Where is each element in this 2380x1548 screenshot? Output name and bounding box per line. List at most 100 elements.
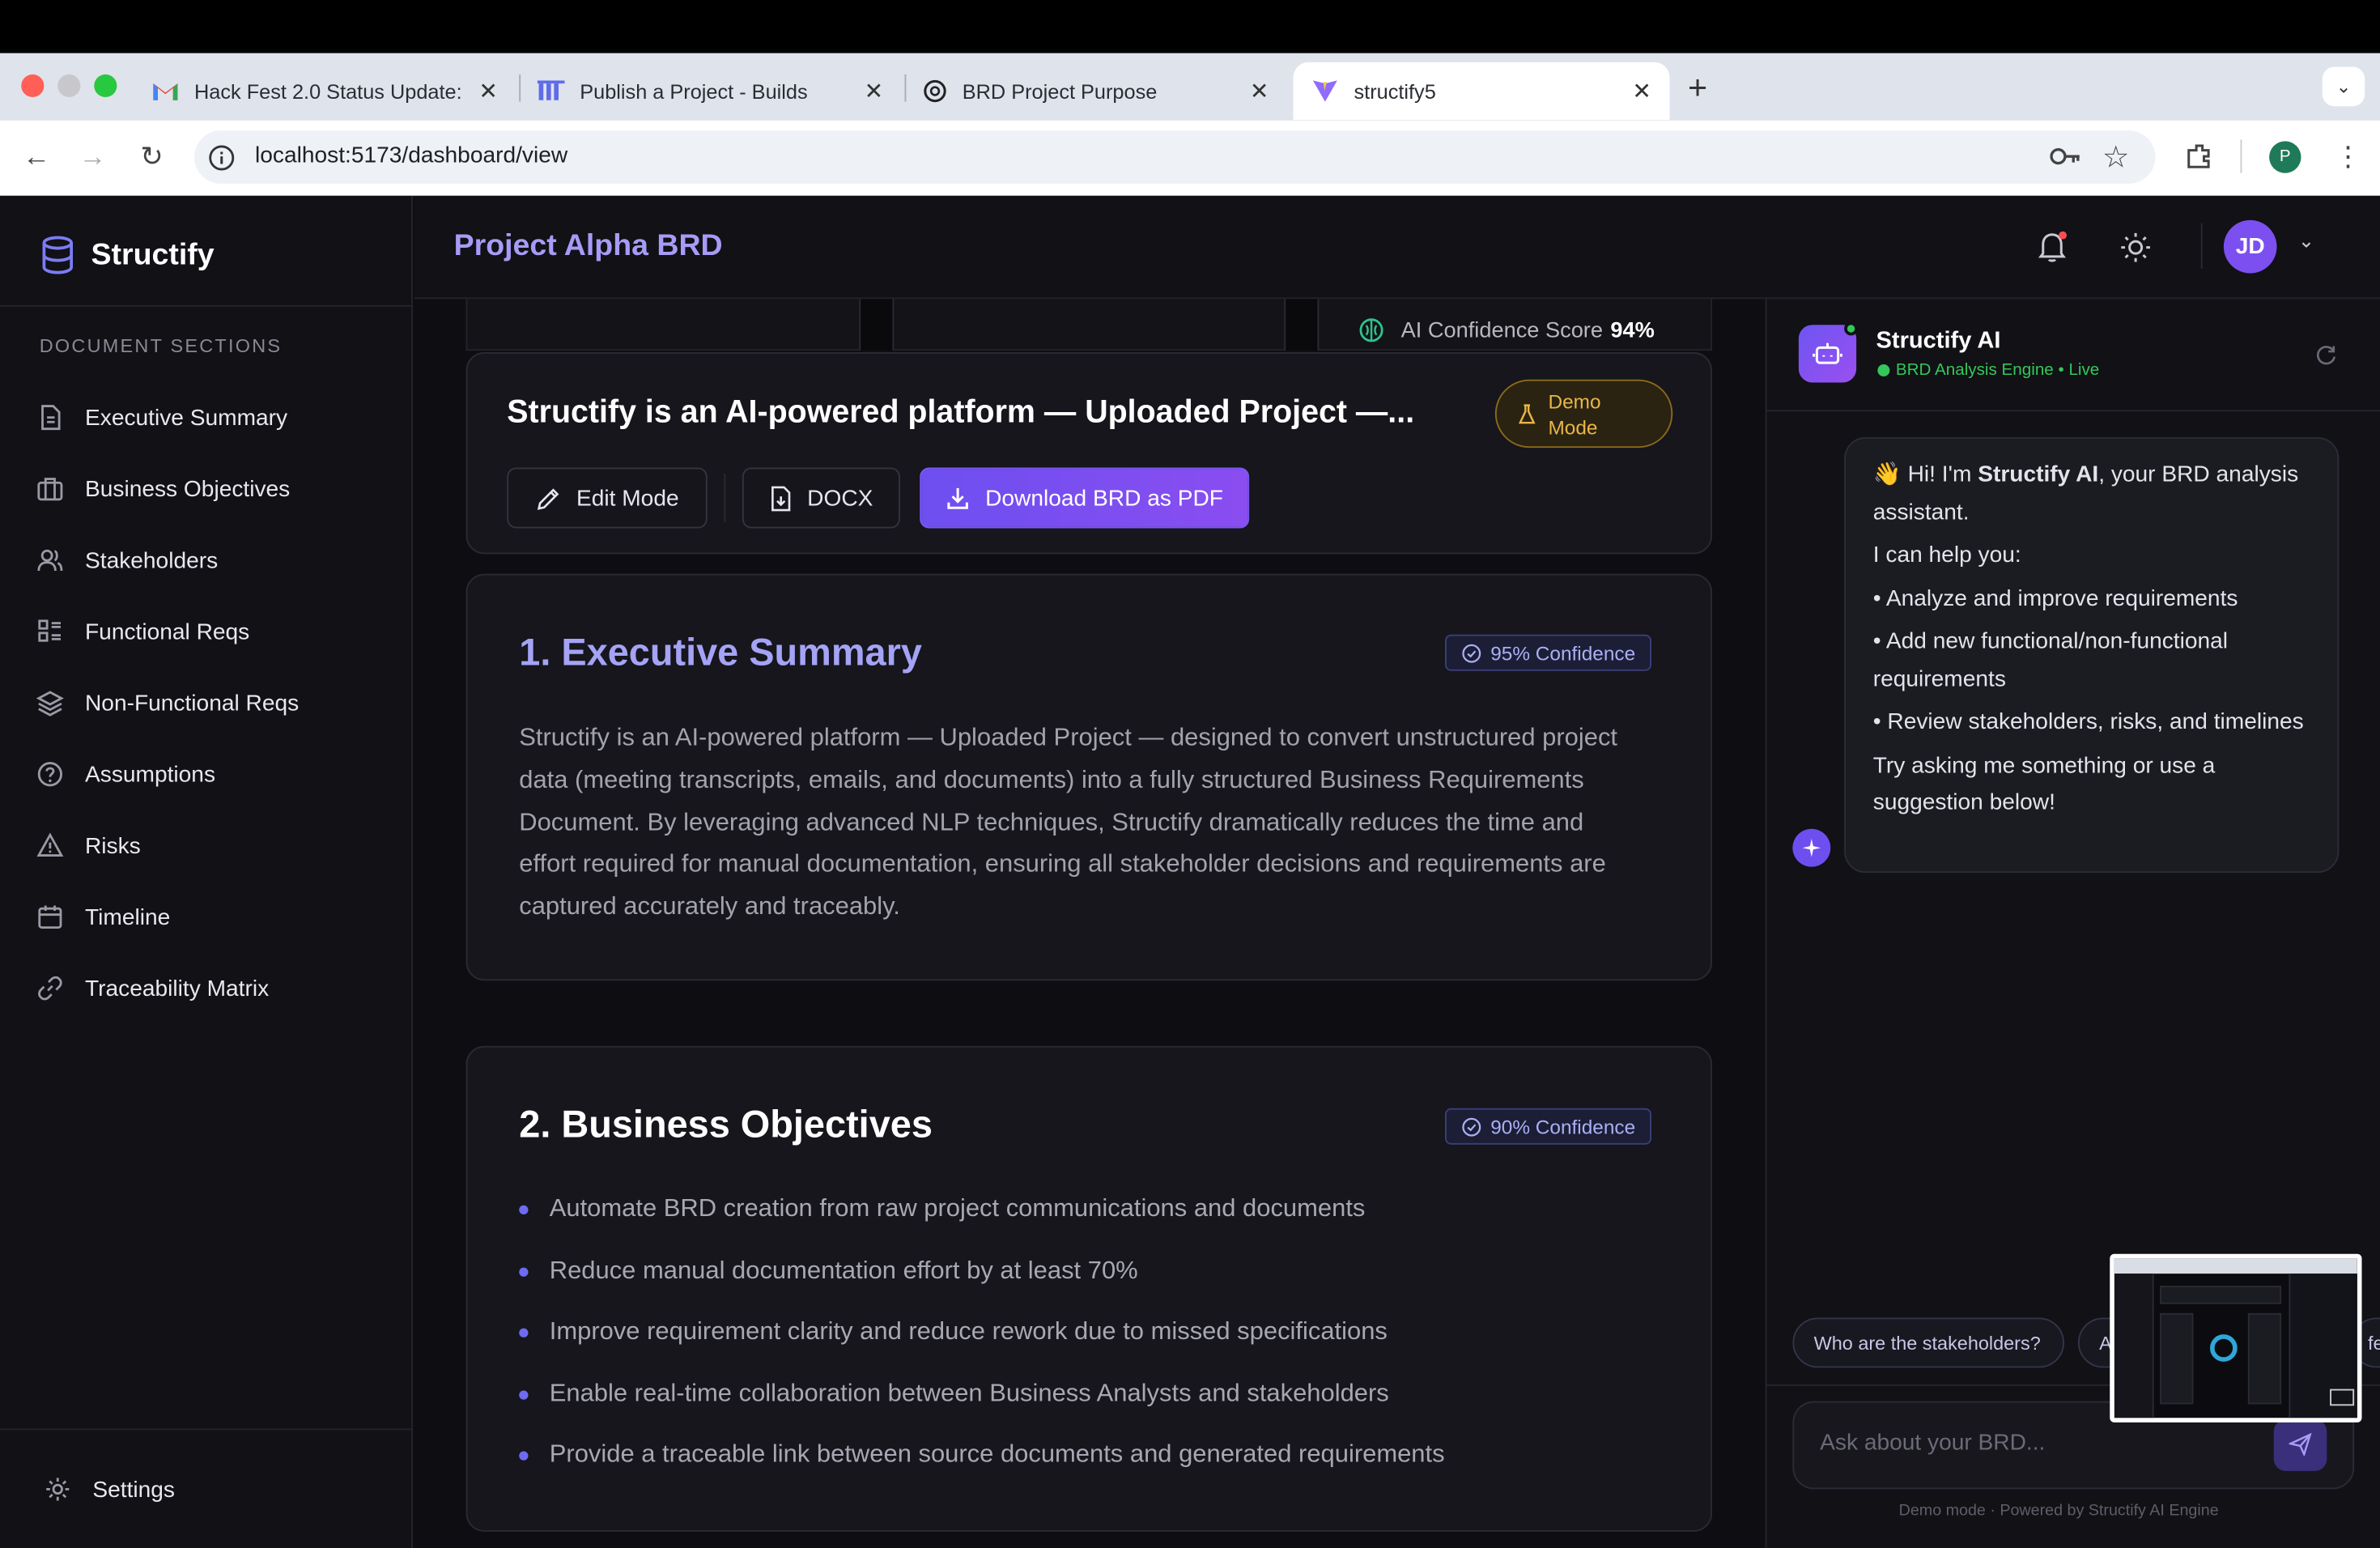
screenshot-preview-thumbnail[interactable] [2110,1253,2362,1423]
profile-avatar[interactable]: P [2269,141,2301,173]
bullet-dot [519,1450,529,1460]
thumbnail-card [2160,1312,2194,1405]
bell-icon[interactable] [2034,228,2071,264]
thumbnail-chrome [2114,1258,2357,1274]
chat-bot-name: Structify AI [1876,328,2001,354]
sidebar-item-traceability-matrix[interactable]: Traceability Matrix [36,970,269,1006]
list-item: Enable real-time collaboration between B… [519,1380,1389,1409]
close-tab-icon[interactable]: ✕ [478,78,498,105]
thumbnail-window-icon [2330,1389,2355,1406]
back-icon[interactable]: ← [19,138,53,175]
sun-theme-icon[interactable] [2118,229,2154,266]
bullet-dot [519,1389,529,1399]
gear-icon [46,1478,70,1501]
download-pdf-button[interactable]: Download BRD as PDF [920,467,1250,529]
url-text[interactable]: localhost:5173/dashboard/view [255,142,567,168]
sidebar-item-non-functional-reqs[interactable]: Non-Functional Reqs [36,685,299,721]
browser-tab[interactable]: Publish a Project - Builds ✕ [519,62,902,120]
sidebar-divider [0,1428,413,1431]
docx-export-button[interactable]: DOCX [742,467,900,529]
user-avatar[interactable]: JD [2223,219,2277,274]
thumbnail-sidebar [2114,1274,2154,1418]
document-icon [41,405,61,431]
maximize-window-button[interactable] [94,74,117,97]
thumbnail-gauge [2210,1334,2238,1362]
confidence-badge: 95% Confidence [1445,634,1652,671]
vite-icon [1312,80,1337,102]
thumbnail-card [2247,1312,2282,1405]
assistant-avatar [1792,828,1831,867]
bullet-dot [519,1204,529,1214]
chat-input-placeholder[interactable]: Ask about your BRD... [1820,1430,2045,1456]
reload-icon[interactable]: ↻ [135,138,168,175]
pencil-icon [537,487,559,509]
sparkle-icon [1802,838,1821,857]
sidebar-divider [0,304,413,307]
close-tab-icon[interactable]: ✕ [1632,78,1651,105]
file-download-icon [771,485,790,511]
sidebar-item-risks[interactable]: Risks [36,827,141,864]
gmail-icon [153,83,178,100]
screen-top-bar [0,0,2380,53]
sidebar-item-assumptions[interactable]: Assumptions [36,756,215,793]
thumbnail-card [2160,1286,2282,1304]
toolbar-divider [2240,139,2242,173]
link-icon [38,976,62,1001]
minimize-window-button[interactable] [57,74,81,97]
metric-divider [859,299,895,351]
users-icon [37,549,63,572]
sidebar-item-timeline[interactable]: Timeline [36,899,170,935]
list-item: Reduce manual documentation effort by at… [519,1257,1138,1286]
header-divider [2200,223,2203,269]
tab-search-button[interactable]: ⌄ [2322,66,2365,107]
suggestion-chip[interactable]: Who are the stakeholders? [1792,1317,2064,1368]
extensions-icon[interactable] [2184,141,2215,172]
sidebar-item-stakeholders[interactable]: Stakeholders [36,542,218,578]
browser-tab[interactable]: Hack Fest 2.0 Status Update: ✕ [134,62,516,120]
assistant-message: 👋 Hi! I'm Structify AI, your BRD analysi… [1844,437,2340,874]
edit-mode-button[interactable]: Edit Mode [507,467,708,529]
brand-name: Structify [91,237,215,271]
button-divider [724,474,726,522]
send-icon [2289,1433,2312,1457]
close-tab-icon[interactable]: ✕ [1250,78,1269,105]
flask-icon [1518,403,1536,423]
sidebar-item-business-objectives[interactable]: Business Objectives [36,470,290,507]
browser-menu-icon[interactable]: ⋮ [2335,137,2362,176]
site-info-icon[interactable] [208,144,236,172]
forward-icon[interactable]: → [76,138,109,175]
browser-tab-active[interactable]: structify5 ✕ [1293,62,1670,121]
sidebar-item-executive-summary[interactable]: Executive Summary [36,399,287,436]
chat-header-divider [1766,410,2380,412]
bookmark-star-icon[interactable]: ☆ [2102,138,2130,176]
list-item: Automate BRD creation from raw project c… [519,1195,1365,1224]
new-tab-button[interactable]: + [1688,68,1707,108]
chevron-down-icon[interactable]: ⌄ [2298,229,2314,253]
database-icon [42,236,73,274]
browser-tab[interactable]: BRD Project Purpose ✕ [905,62,1288,120]
ai-confidence-score: AI Confidence Score 94% [1358,317,1655,343]
section-title: 1. Executive Summary [519,632,922,674]
brand[interactable]: Structify [40,236,215,275]
bullet-dot [519,1266,529,1276]
chat-status: BRD Analysis Engine • Live [1877,361,2099,380]
section-title: 2. Business Objectives [519,1104,933,1146]
settings-button[interactable]: Settings [44,1471,175,1508]
sidebar-section-heading: DOCUMENT SECTIONS [39,335,283,357]
chat-footer: Demo mode · Powered by Structify AI Engi… [1898,1501,2219,1520]
metric-divider [1284,299,1320,351]
sidebar-item-functional-reqs[interactable]: Functional Reqs [36,614,249,650]
password-key-icon[interactable] [2049,142,2082,170]
download-icon [947,487,969,509]
bullet-dot [519,1327,529,1337]
close-window-button[interactable] [21,74,45,97]
brain-icon [1359,318,1383,342]
confidence-badge: 90% Confidence [1445,1108,1652,1145]
browser-window: Hack Fest 2.0 Status Update: ✕ Publish a… [0,0,2380,1548]
refresh-icon[interactable] [2314,343,2337,366]
page-title: Project Alpha BRD [453,229,723,263]
briefcase-icon [37,478,63,501]
close-tab-icon[interactable]: ✕ [865,78,884,105]
send-button[interactable] [2273,1419,2327,1471]
layers-icon [36,691,64,717]
